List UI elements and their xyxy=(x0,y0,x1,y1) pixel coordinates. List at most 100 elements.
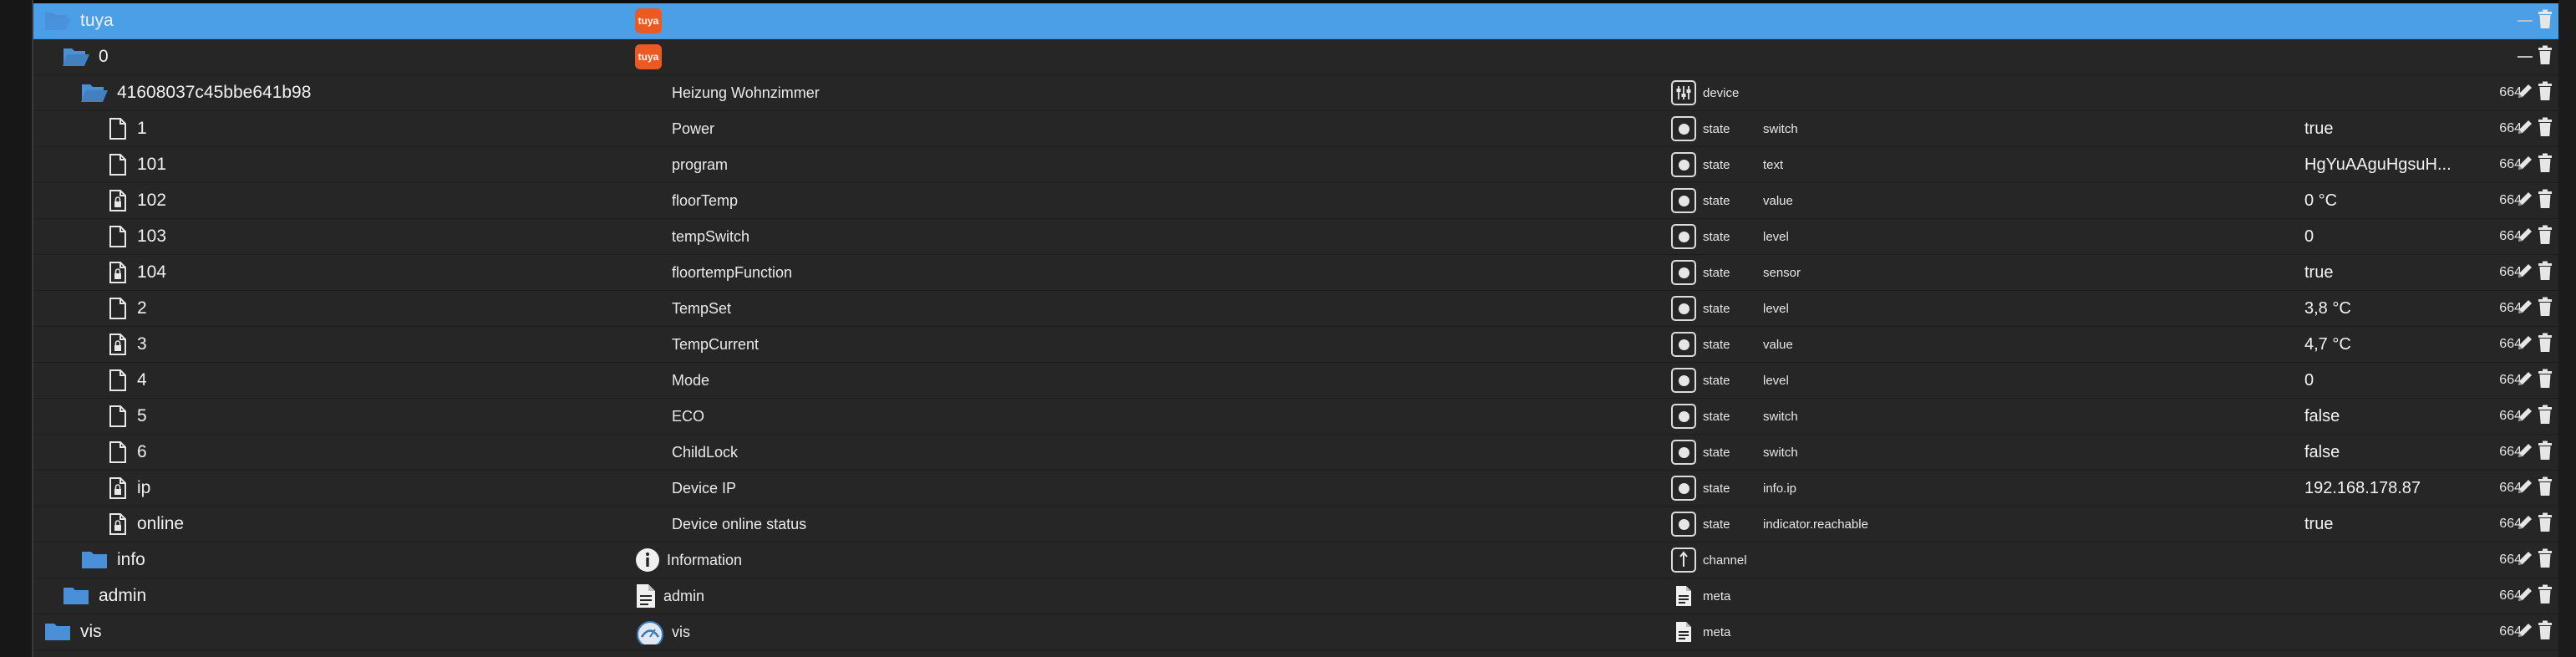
delete-button[interactable] xyxy=(2535,188,2555,213)
tree-row-vis[interactable]: vis vis meta 664 xyxy=(33,614,2558,650)
folder-open-icon[interactable] xyxy=(40,10,75,32)
file-icon[interactable] xyxy=(104,369,132,391)
tree-row-0[interactable]: 0 tuya xyxy=(33,39,2558,75)
scrollbar-track[interactable] xyxy=(2558,0,2576,657)
file-lock-icon[interactable] xyxy=(104,334,132,355)
delete-button[interactable] xyxy=(2535,260,2555,285)
tree-row-admin[interactable]: admin admin meta 664 xyxy=(33,578,2558,614)
object-value[interactable]: 4,7 °C xyxy=(2304,335,2351,354)
tree-row-ip[interactable]: ip Device IP state info.ip 192.168.178.8… xyxy=(33,471,2558,507)
value-cell[interactable] xyxy=(2304,542,2497,578)
value-cell[interactable] xyxy=(2304,3,2497,38)
delete-button[interactable] xyxy=(2535,80,2555,105)
value-cell[interactable]: false xyxy=(2304,435,2497,470)
value-cell[interactable]: 0 °C xyxy=(2304,183,2497,218)
edit-button[interactable] xyxy=(2515,404,2535,429)
delete-button[interactable] xyxy=(2535,440,2555,465)
edit-button[interactable] xyxy=(2515,440,2535,465)
edit-button[interactable] xyxy=(2515,512,2535,537)
folder-icon[interactable] xyxy=(77,549,112,571)
value-cell[interactable]: false xyxy=(2304,399,2497,434)
file-lock-icon[interactable] xyxy=(104,477,132,499)
file-icon[interactable] xyxy=(104,118,132,140)
file-lock-icon[interactable] xyxy=(104,262,132,283)
value-cell[interactable]: 3,8 °C xyxy=(2304,291,2497,326)
delete-button[interactable] xyxy=(2535,368,2555,393)
delete-button[interactable] xyxy=(2535,583,2555,609)
edit-button[interactable] xyxy=(2515,296,2535,321)
value-cell[interactable]: 0 xyxy=(2304,219,2497,254)
folder-icon[interactable] xyxy=(40,621,75,643)
object-value[interactable]: HgYuAAguHgsuH... xyxy=(2304,155,2452,175)
delete-button[interactable] xyxy=(2535,404,2555,429)
object-value[interactable]: true xyxy=(2304,263,2333,283)
edit-button[interactable] xyxy=(2515,332,2535,357)
tree-row-3[interactable]: 3 TempCurrent state value 4,7 °C 664 xyxy=(33,327,2558,363)
file-icon[interactable] xyxy=(104,405,132,427)
tree-row-tuya[interactable]: tuya tuya xyxy=(33,3,2558,39)
value-cell[interactable]: HgYuAAguHgsuH... xyxy=(2304,147,2497,182)
tree-row-online[interactable]: online Device online status state indica… xyxy=(33,507,2558,542)
file-lock-icon[interactable] xyxy=(104,513,132,535)
object-value[interactable]: false xyxy=(2304,443,2340,462)
object-value[interactable]: true xyxy=(2304,515,2333,534)
collapse-button[interactable] xyxy=(2515,8,2535,33)
tree-row-103[interactable]: 103 tempSwitch state level 0 664 xyxy=(33,219,2558,255)
object-value[interactable]: 0 xyxy=(2304,227,2314,247)
edit-button[interactable] xyxy=(2515,116,2535,141)
value-cell[interactable]: true xyxy=(2304,507,2497,542)
value-cell[interactable]: 0 xyxy=(2304,363,2497,398)
delete-button[interactable] xyxy=(2535,8,2555,33)
value-cell[interactable]: true xyxy=(2304,111,2497,146)
value-cell[interactable] xyxy=(2304,578,2497,614)
value-cell[interactable]: 4,7 °C xyxy=(2304,327,2497,362)
edit-button[interactable] xyxy=(2515,548,2535,573)
delete-button[interactable] xyxy=(2535,548,2555,573)
folder-open-icon[interactable] xyxy=(58,46,94,68)
object-value[interactable]: 3,8 °C xyxy=(2304,299,2351,318)
file-icon[interactable] xyxy=(104,226,132,247)
file-icon[interactable] xyxy=(104,441,132,463)
object-value[interactable]: 0 °C xyxy=(2304,191,2337,211)
object-value[interactable]: false xyxy=(2304,407,2340,426)
delete-button[interactable] xyxy=(2535,619,2555,644)
tree-row-104[interactable]: 104 floortempFunction state sensor true … xyxy=(33,255,2558,291)
tree-row-6[interactable]: 6 ChildLock state switch false 664 xyxy=(33,435,2558,471)
edit-button[interactable] xyxy=(2515,476,2535,501)
value-cell[interactable]: true xyxy=(2304,255,2497,290)
tree-row-1[interactable]: 1 Power state switch true 664 xyxy=(33,111,2558,147)
collapse-button[interactable] xyxy=(2515,44,2535,69)
value-cell[interactable] xyxy=(2304,75,2497,110)
delete-button[interactable] xyxy=(2535,332,2555,357)
delete-button[interactable] xyxy=(2535,152,2555,177)
tree-row-2[interactable]: 2 TempSet state level 3,8 °C 664 xyxy=(33,291,2558,327)
tree-row-41608037c45bbe641b98[interactable]: 41608037c45bbe641b98 Heizung Wohnzimmer … xyxy=(33,75,2558,111)
delete-button[interactable] xyxy=(2535,512,2555,537)
object-value[interactable]: true xyxy=(2304,120,2333,139)
edit-button[interactable] xyxy=(2515,224,2535,249)
tree-row-101[interactable]: 101 program state text HgYuAAguHgsuH... … xyxy=(33,147,2558,183)
folder-icon[interactable] xyxy=(58,585,94,607)
value-cell[interactable] xyxy=(2304,39,2497,74)
delete-button[interactable] xyxy=(2535,224,2555,249)
edit-button[interactable] xyxy=(2515,619,2535,644)
file-icon[interactable] xyxy=(104,298,132,319)
value-cell[interactable]: 192.168.178.87 xyxy=(2304,471,2497,506)
delete-button[interactable] xyxy=(2535,116,2555,141)
edit-button[interactable] xyxy=(2515,368,2535,393)
value-cell[interactable] xyxy=(2304,614,2497,649)
edit-button[interactable] xyxy=(2515,583,2535,609)
folder-open-icon[interactable] xyxy=(77,82,112,104)
file-icon[interactable] xyxy=(104,154,132,176)
edit-button[interactable] xyxy=(2515,152,2535,177)
object-value[interactable]: 0 xyxy=(2304,371,2314,390)
tree-row-info[interactable]: info Information channel 664 xyxy=(33,542,2558,578)
delete-button[interactable] xyxy=(2535,44,2555,69)
delete-button[interactable] xyxy=(2535,296,2555,321)
delete-button[interactable] xyxy=(2535,476,2555,501)
tree-row-102[interactable]: 102 floorTemp state value 0 °C 664 xyxy=(33,183,2558,219)
file-lock-icon[interactable] xyxy=(104,190,132,211)
edit-button[interactable] xyxy=(2515,80,2535,105)
tree-row-5[interactable]: 5 ECO state switch false 664 xyxy=(33,399,2558,435)
edit-button[interactable] xyxy=(2515,260,2535,285)
